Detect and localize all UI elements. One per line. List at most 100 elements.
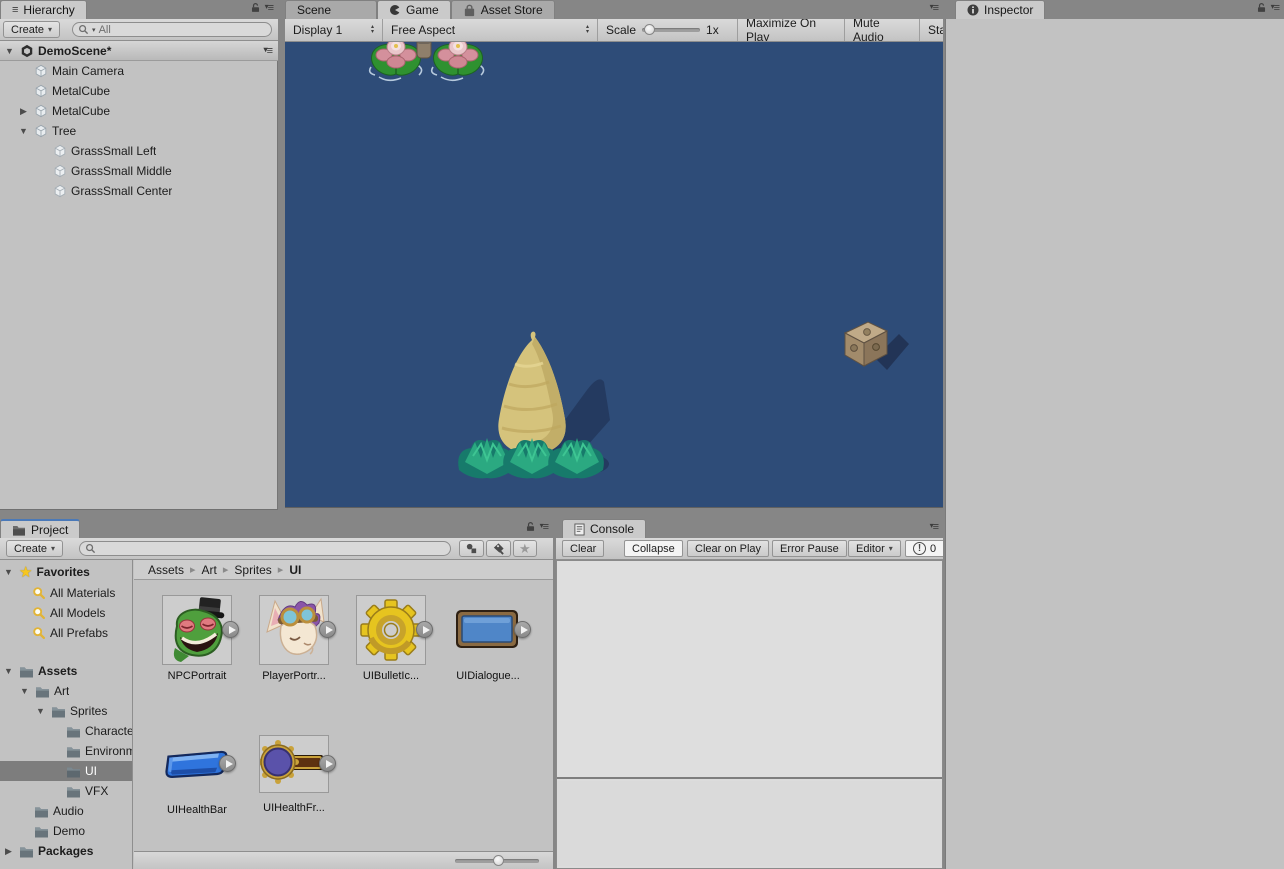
asset-item-uihealthbar[interactable]: UIHealthBar [149, 729, 245, 816]
lock-icon[interactable] [525, 521, 536, 533]
folder-vfx[interactable]: VFX [0, 781, 132, 801]
expander-expanded-icon[interactable]: ▼ [2, 567, 15, 577]
sprite-expand-icon[interactable] [319, 755, 336, 772]
console-detail-area [557, 781, 942, 866]
asset-item-uihealthframe[interactable]: UIHealthFr... [246, 729, 342, 814]
game-viewport[interactable] [285, 42, 943, 508]
console-log-area[interactable] [557, 561, 942, 779]
breadcrumb-item-current[interactable]: UI [289, 563, 301, 577]
asset-thumbnail[interactable] [259, 735, 329, 793]
expander-collapsed-icon[interactable]: ▶ [2, 846, 15, 857]
folder-ui[interactable]: UI [0, 761, 132, 781]
breadcrumb-item[interactable]: Sprites [234, 563, 271, 577]
folder-packages[interactable]: ▶ Packages [0, 841, 132, 861]
collapse-button[interactable]: Collapse [624, 540, 683, 557]
panel-menu-icon[interactable]: ▾≡ [540, 521, 548, 533]
asset-thumbnail[interactable] [162, 595, 232, 665]
asset-thumbnail[interactable] [162, 729, 232, 799]
folder-art[interactable]: ▼ Art [0, 681, 132, 701]
search-by-label-button[interactable] [486, 540, 511, 557]
folder-audio[interactable]: Audio [0, 801, 132, 821]
hierarchy-item[interactable]: GrassSmall Middle [0, 161, 278, 181]
tab-console[interactable]: Console [562, 519, 646, 538]
tab-console-label: Console [590, 522, 634, 536]
folder-icon [51, 705, 66, 718]
display-dropdown[interactable]: Display 1 ▴▾ [285, 19, 383, 41]
hierarchy-item[interactable]: GrassSmall Center [0, 181, 278, 201]
folder-environment[interactable]: Environment [0, 741, 132, 761]
label-tag-icon [492, 542, 505, 555]
cat-portrait-image [260, 596, 328, 664]
favorites-item-all-materials[interactable]: All Materials [0, 583, 132, 603]
scale-slider-knob[interactable] [644, 24, 655, 35]
favorites-item-all-models[interactable]: All Models [0, 603, 132, 623]
expander-expanded-icon[interactable]: ▼ [18, 686, 31, 696]
error-pause-button[interactable]: Error Pause [772, 540, 847, 557]
tab-inspector[interactable]: Inspector [955, 0, 1045, 19]
tab-hierarchy[interactable]: ≡ Hierarchy [0, 0, 87, 19]
tab-game[interactable]: Game [377, 0, 451, 19]
maximize-on-play-button[interactable]: Maximize On Play [738, 19, 845, 41]
project-create-button[interactable]: Create ▾ [6, 540, 63, 557]
breadcrumb-item[interactable]: Art [202, 563, 217, 577]
folder-demo[interactable]: Demo [0, 821, 132, 841]
sprite-expand-icon[interactable] [222, 621, 239, 638]
warning-count-button[interactable]: ! 0 [905, 540, 943, 557]
scene-menu-icon[interactable]: ▾≡ [264, 45, 272, 57]
favorites-root[interactable]: ▼ ★ Favorites [0, 562, 132, 582]
expander-expanded-icon[interactable]: ▼ [17, 126, 30, 136]
aspect-dropdown[interactable]: Free Aspect ▴▾ [383, 19, 598, 41]
thumbnail-size-knob[interactable] [493, 855, 504, 866]
panel-menu-icon[interactable]: ▾≡ [265, 2, 273, 14]
sprite-expand-icon[interactable] [319, 621, 336, 638]
expander-expanded-icon[interactable]: ▼ [3, 46, 16, 56]
expander-collapsed-icon[interactable]: ▶ [17, 106, 30, 117]
hierarchy-item[interactable]: GrassSmall Left [0, 141, 278, 161]
panel-menu-icon[interactable]: ▾≡ [930, 521, 938, 533]
asset-thumbnail[interactable] [453, 595, 523, 665]
hierarchy-item[interactable]: MetalCube [0, 81, 278, 101]
tab-project[interactable]: Project [0, 519, 80, 538]
favorites-item-all-prefabs[interactable]: All Prefabs [0, 623, 132, 643]
hierarchy-create-button[interactable]: Create ▾ [3, 21, 60, 38]
gameobject-icon [34, 84, 48, 98]
hierarchy-item[interactable]: ▼ Tree [0, 121, 278, 141]
folder-assets[interactable]: ▼ Assets [0, 661, 132, 681]
sprite-expand-icon[interactable] [416, 621, 433, 638]
search-by-type-button[interactable] [459, 540, 484, 557]
clear-button[interactable]: Clear [562, 540, 604, 557]
folder-sprites[interactable]: ▼ Sprites [0, 701, 132, 721]
asset-label: UIHealthFr... [263, 802, 325, 814]
scene-header-row[interactable]: ▼ DemoScene* ▾≡ [0, 41, 278, 61]
favorites-filter-button[interactable]: ★ [513, 540, 537, 557]
gameobject-icon [53, 184, 67, 198]
expander-expanded-icon[interactable]: ▼ [34, 706, 47, 716]
stats-button[interactable]: Stats [920, 19, 943, 41]
asset-thumbnail[interactable] [259, 595, 329, 665]
editor-dropdown[interactable]: Editor ▾ [848, 540, 901, 557]
folder-characters[interactable]: Characters [0, 721, 132, 741]
tab-scene[interactable]: Scene [285, 0, 377, 19]
thumbnail-size-slider[interactable] [455, 859, 539, 863]
asset-item-uibulleticon[interactable]: UIBulletIc... [343, 595, 439, 682]
panel-menu-icon[interactable]: ▾≡ [1271, 2, 1279, 14]
project-search-input[interactable] [79, 541, 451, 556]
sprite-expand-icon[interactable] [219, 755, 236, 772]
asset-thumbnail[interactable] [356, 595, 426, 665]
clear-on-play-button[interactable]: Clear on Play [687, 540, 769, 557]
hierarchy-search-input[interactable]: ▾ All [72, 22, 272, 37]
tab-asset-store[interactable]: Asset Store [451, 0, 555, 19]
asset-item-playerportrait[interactable]: PlayerPortr... [246, 595, 342, 682]
hierarchy-item[interactable]: Main Camera [0, 61, 278, 81]
asset-item-npcportrait[interactable]: NPCPortrait [149, 595, 245, 682]
sprite-expand-icon[interactable] [514, 621, 531, 638]
scale-slider[interactable] [642, 28, 700, 32]
asset-item-uidialogue[interactable]: UIDialogue... [440, 595, 536, 682]
mute-audio-button[interactable]: Mute Audio [845, 19, 920, 41]
lock-icon[interactable] [1256, 2, 1267, 14]
hierarchy-item[interactable]: ▶ MetalCube [0, 101, 278, 121]
lock-icon[interactable] [250, 2, 261, 14]
expander-expanded-icon[interactable]: ▼ [2, 666, 15, 676]
breadcrumb-item[interactable]: Assets [148, 563, 184, 577]
panel-menu-icon[interactable]: ▾≡ [930, 2, 938, 14]
